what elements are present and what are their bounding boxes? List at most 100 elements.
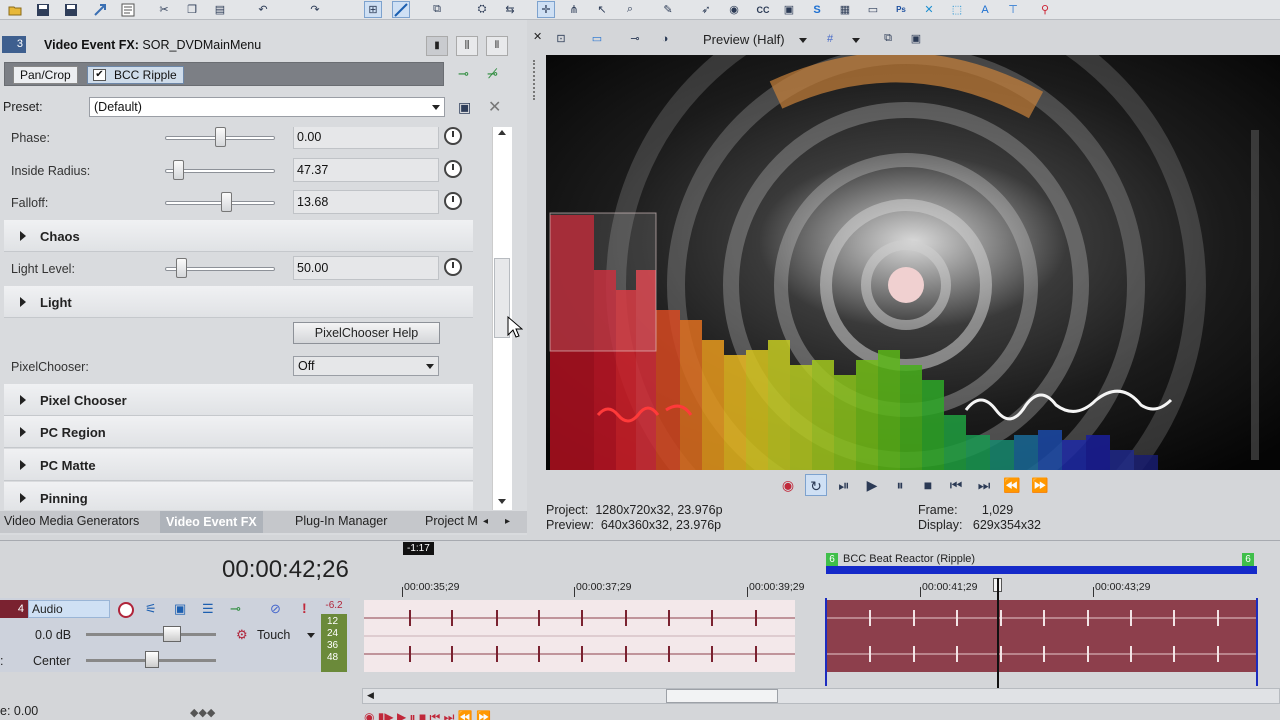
split-screen-icon[interactable]: ⊸ (626, 30, 644, 47)
3d-icon[interactable]: ▣ (780, 1, 798, 18)
align-icon[interactable]: ⊤ (1004, 1, 1022, 18)
animate-clock-icon[interactable] (444, 127, 462, 145)
record-icon[interactable]: ◉ (777, 474, 799, 496)
auto-ripple-icon[interactable] (392, 1, 410, 18)
timeline-scroll-thumb[interactable] (666, 689, 778, 703)
text-icon[interactable]: A (976, 1, 994, 18)
previous-frame-icon[interactable]: ⏪ (1001, 474, 1023, 496)
property-row[interactable]: Pinning (4, 481, 473, 510)
go-to-end-icon[interactable]: ⏭ (973, 474, 995, 496)
arm-record-icon[interactable] (118, 602, 134, 618)
property-row[interactable]: Pixel Chooser (4, 383, 473, 416)
chevron-down-icon[interactable] (799, 38, 807, 43)
property-value-field[interactable]: 50.00 (293, 255, 439, 280)
pattern-icon[interactable]: ⬚ (948, 1, 966, 18)
pan-slider-thumb[interactable] (145, 651, 159, 668)
mini-record-icon[interactable]: ◉ ▮▶ ▶ ⏸ ■ ⏮ ⏭ ⏪ ⏩ (364, 710, 491, 720)
tab-video-event-fx[interactable]: Video Event FX (160, 511, 263, 533)
scroll-left-icon[interactable]: ◀ (367, 690, 374, 701)
expand-triangle-icon[interactable] (20, 460, 26, 470)
disc-icon[interactable]: ◉ (725, 1, 743, 18)
rate-slider-icon[interactable]: ◆◆◆ (190, 706, 215, 719)
timeline-ruler[interactable]: 00:00:35;29 00:00:37;29 00:00:39;29 00:0… (362, 576, 1280, 598)
save-icon[interactable] (34, 1, 52, 18)
render-icon[interactable] (91, 1, 109, 18)
expand-icon[interactable]: ✕ (920, 1, 938, 18)
region-marker-start[interactable]: 6 (826, 553, 838, 566)
delete-preset-icon[interactable]: ✕ (488, 97, 501, 117)
selection-tool-icon[interactable]: ↖ (593, 1, 611, 18)
grouping-icon[interactable]: ⧉ (428, 1, 446, 18)
region-name[interactable]: BCC Beat Reactor (Ripple) (843, 553, 975, 565)
fx-icon[interactable]: ➶ (697, 1, 715, 18)
normal-edit-tool-icon[interactable]: ✛ (537, 1, 555, 18)
photoshop-icon[interactable]: Ps (892, 1, 910, 18)
save-snapshot-icon[interactable]: ▣ (907, 30, 925, 47)
next-frame-icon[interactable]: ⏩ (1029, 474, 1051, 496)
frame-icon[interactable]: ▭ (864, 1, 882, 18)
go-to-start-icon[interactable]: ⏮ (945, 474, 967, 496)
s-logo-icon[interactable]: S (808, 1, 826, 18)
solo-icon[interactable]: ! (302, 600, 307, 616)
scroll-down-icon[interactable] (498, 499, 506, 504)
audio-event-clip-selected[interactable] (826, 600, 1257, 672)
grid-icon[interactable]: ▦ (836, 1, 854, 18)
checkbox-icon[interactable]: ✔ (93, 69, 106, 81)
external-monitor-icon[interactable]: ▭ (588, 30, 606, 47)
copy-snapshot-icon[interactable]: ⧉ (879, 30, 897, 47)
track-menu-icon[interactable]: ☰ (202, 601, 214, 617)
timeline-horizontal-scrollbar[interactable]: ◀ (362, 688, 1280, 704)
audio-track-name[interactable]: Audio (28, 600, 110, 618)
property-slider[interactable] (165, 201, 275, 206)
insert-fx-icon[interactable]: ⊸ (230, 601, 241, 617)
expand-triangle-icon[interactable] (20, 394, 26, 405)
tabs-scroll-right-icon[interactable]: ▸ (505, 516, 510, 527)
ignore-grouping-icon[interactable]: ⇆ (501, 1, 519, 18)
properties-icon[interactable] (119, 1, 137, 18)
chain-item-bcc-ripple[interactable]: ✔ BCC Ripple (87, 66, 184, 84)
property-value-field[interactable]: 0.00 (293, 127, 439, 149)
close-pane-icon[interactable]: ✕ (533, 30, 542, 43)
chevron-down-icon[interactable] (852, 38, 860, 43)
play-from-start-icon[interactable]: ⏯ (833, 474, 855, 496)
expand-triangle-icon[interactable] (20, 296, 26, 307)
automation-mode[interactable]: Touch (257, 628, 290, 642)
property-value-field[interactable]: 13.68 (293, 190, 439, 215)
property-row[interactable]: Chaos (4, 220, 473, 253)
paste-icon[interactable]: ▤ (211, 1, 229, 18)
remove-plugin-icon[interactable]: ⊸̸ (487, 66, 498, 82)
view-grid-button[interactable]: ⦀ (486, 36, 508, 56)
property-row[interactable]: PC Region (4, 416, 473, 449)
cut-icon[interactable]: ✂ (155, 1, 173, 18)
property-value-field[interactable]: 47.37 (293, 157, 439, 182)
chevron-down-icon[interactable] (307, 633, 315, 638)
zoom-tool-icon[interactable]: ⌕ (621, 1, 639, 18)
save-as-icon[interactable] (62, 1, 80, 18)
open-icon[interactable] (6, 1, 24, 18)
save-preset-icon[interactable]: ▣ (458, 99, 471, 116)
audio-event-clip[interactable] (364, 600, 795, 672)
property-slider-thumb[interactable] (172, 159, 184, 180)
expand-triangle-icon[interactable] (20, 492, 26, 503)
undo-icon[interactable]: ↶ (254, 1, 272, 18)
property-slider-thumb[interactable] (175, 257, 187, 278)
property-row[interactable]: Light (4, 285, 473, 318)
volume-slider-thumb[interactable] (163, 626, 181, 642)
grid-overlay-icon[interactable]: # (821, 30, 839, 47)
mute-icon[interactable]: ⊘ (270, 601, 281, 617)
pixelchooser-select[interactable]: Off (293, 355, 439, 376)
tabs-scroll-left-icon[interactable]: ◂ (483, 516, 488, 527)
copy-icon[interactable]: ❐ (183, 1, 201, 18)
volume-slider-track[interactable] (86, 633, 216, 636)
splitter-handle[interactable] (533, 60, 537, 100)
redo-icon[interactable]: ↷ (306, 1, 324, 18)
animate-clock-icon[interactable] (444, 159, 462, 178)
envelope-tool-icon[interactable]: ⋔ (565, 1, 583, 18)
chain-item-pan-crop[interactable]: Pan/Crop (13, 66, 78, 84)
loop-playback-icon[interactable]: ↻ (805, 474, 827, 496)
pin-icon[interactable]: ⚲ (1036, 1, 1054, 18)
region-marker-end[interactable]: 6 (1242, 553, 1254, 566)
expand-triangle-icon[interactable] (20, 427, 26, 438)
view-columns-button[interactable]: ⫼ (456, 36, 478, 56)
lock-envelopes-icon[interactable]: ⛭ (473, 1, 491, 18)
